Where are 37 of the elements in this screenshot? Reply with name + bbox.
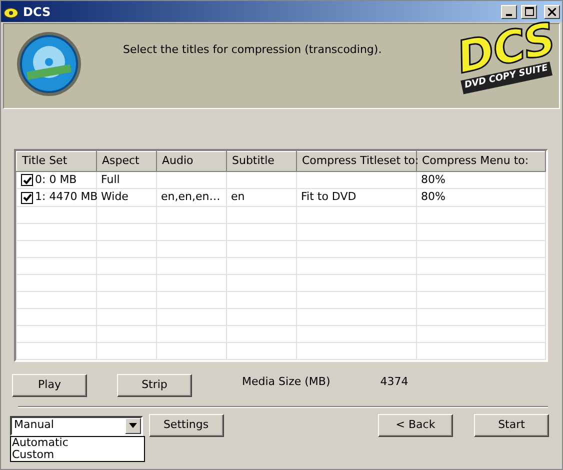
column-header[interactable]: Compress Titleset to:	[296, 152, 416, 171]
checkbox[interactable]	[21, 174, 33, 186]
table-cell: 1: 4470 MB	[35, 190, 98, 203]
mode-dropdown[interactable]: Manual	[10, 416, 143, 436]
disc-icon	[15, 30, 83, 98]
table-cell: Full	[101, 172, 120, 186]
column-header[interactable]: Audio	[156, 152, 226, 171]
close-button[interactable]	[544, 4, 560, 18]
table-cell: 80%	[421, 190, 446, 203]
maximize-icon	[524, 7, 534, 16]
dropdown-option[interactable]: Automatic	[11, 436, 144, 448]
column-header[interactable]: Title Set	[16, 152, 96, 171]
app-icon	[3, 4, 19, 18]
table-cell: Wide	[101, 190, 128, 203]
media-size-label: Media Size (MB)	[242, 374, 330, 390]
media-size-value: 4374	[380, 374, 408, 390]
table-cell: 0: 0 MB	[35, 172, 77, 186]
column-header[interactable]: Aspect	[96, 152, 156, 171]
dropdown-option[interactable]: Custom	[11, 448, 144, 460]
back-button[interactable]: < Back	[378, 414, 453, 437]
minimize-button[interactable]	[501, 4, 518, 18]
table-cell: 80%	[421, 172, 446, 186]
instruction-text: Select the titles for compression (transcoding).	[123, 42, 383, 58]
play-button[interactable]: Play	[12, 374, 87, 397]
window-title: DCS	[23, 4, 52, 20]
strip-button[interactable]: Strip	[117, 374, 192, 397]
table-cell: Fit to DVD	[301, 190, 356, 203]
maximize-button[interactable]	[521, 4, 538, 18]
close-icon	[548, 8, 556, 16]
start-button[interactable]: Start	[474, 414, 549, 437]
minimize-icon	[506, 14, 512, 16]
column-header[interactable]: Compress Menu to:	[416, 152, 546, 171]
table-cell: en,en,en…	[161, 190, 220, 203]
settings-button[interactable]: Settings	[148, 414, 224, 437]
column-header[interactable]: Subtitle	[226, 152, 296, 171]
checkbox[interactable]	[21, 192, 33, 204]
table-cell: en	[231, 190, 245, 203]
